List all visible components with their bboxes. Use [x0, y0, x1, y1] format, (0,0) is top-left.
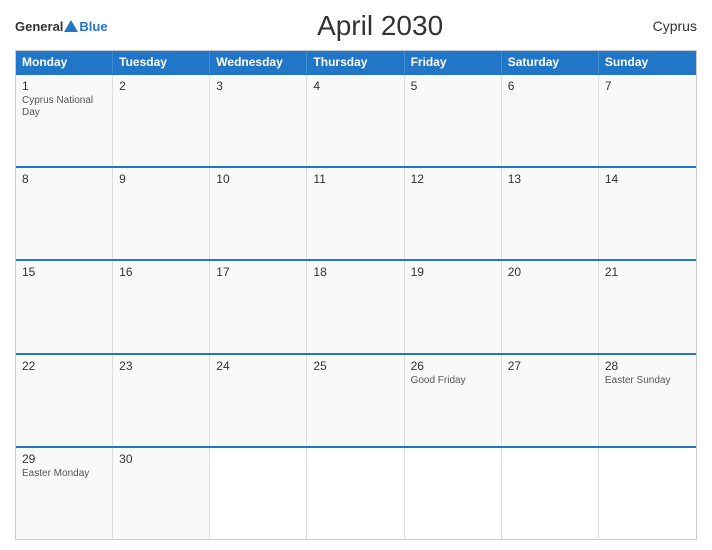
cell-w1-tue: 2 — [113, 75, 210, 166]
cell-w5-tue: 30 — [113, 448, 210, 539]
cell-w5-fri — [405, 448, 502, 539]
calendar-body: 1 Cyprus National Day 2 3 4 5 6 — [16, 73, 696, 539]
cell-w2-tue: 9 — [113, 168, 210, 259]
cell-w1-fri: 5 — [405, 75, 502, 166]
cell-w3-thu: 18 — [307, 261, 404, 352]
logo-triangle-icon — [64, 20, 78, 32]
week-3: 15 16 17 18 19 20 21 — [16, 259, 696, 352]
country-label: Cyprus — [653, 18, 697, 34]
cell-w1-sat: 6 — [502, 75, 599, 166]
cell-w5-wed — [210, 448, 307, 539]
cell-w3-sun: 21 — [599, 261, 696, 352]
cell-w4-tue: 23 — [113, 355, 210, 446]
cell-w2-fri: 12 — [405, 168, 502, 259]
week-1: 1 Cyprus National Day 2 3 4 5 6 — [16, 73, 696, 166]
header-thursday: Thursday — [307, 51, 404, 73]
logo-blue-text: Blue — [79, 19, 107, 34]
logo-general-text: General — [15, 19, 63, 34]
cell-w2-sat: 13 — [502, 168, 599, 259]
header-sunday: Sunday — [599, 51, 696, 73]
header-tuesday: Tuesday — [113, 51, 210, 73]
cell-w5-thu — [307, 448, 404, 539]
cell-w5-sun — [599, 448, 696, 539]
cell-w4-wed: 24 — [210, 355, 307, 446]
logo: General Blue — [15, 19, 108, 34]
page: General Blue April 2030 Cyprus Monday Tu… — [0, 0, 712, 550]
cell-w2-thu: 11 — [307, 168, 404, 259]
cell-w4-mon: 22 — [16, 355, 113, 446]
cell-w3-sat: 20 — [502, 261, 599, 352]
cell-w2-mon: 8 — [16, 168, 113, 259]
cell-w5-sat — [502, 448, 599, 539]
cell-w1-mon: 1 Cyprus National Day — [16, 75, 113, 166]
week-2: 8 9 10 11 12 13 14 — [16, 166, 696, 259]
header-wednesday: Wednesday — [210, 51, 307, 73]
header-friday: Friday — [405, 51, 502, 73]
cell-w5-mon: 29 Easter Monday — [16, 448, 113, 539]
cell-w1-thu: 4 — [307, 75, 404, 166]
cell-w2-sun: 14 — [599, 168, 696, 259]
cell-w3-fri: 19 — [405, 261, 502, 352]
week-4: 22 23 24 25 26 Good Friday 27 — [16, 353, 696, 446]
cell-w3-tue: 16 — [113, 261, 210, 352]
calendar: Monday Tuesday Wednesday Thursday Friday… — [15, 50, 697, 540]
cell-w4-fri: 26 Good Friday — [405, 355, 502, 446]
calendar-header: Monday Tuesday Wednesday Thursday Friday… — [16, 51, 696, 73]
header-saturday: Saturday — [502, 51, 599, 73]
cell-w4-sun: 28 Easter Sunday — [599, 355, 696, 446]
cell-w4-thu: 25 — [307, 355, 404, 446]
cell-w1-wed: 3 — [210, 75, 307, 166]
calendar-title: April 2030 — [317, 10, 443, 42]
week-5: 29 Easter Monday 30 — [16, 446, 696, 539]
cell-w1-sun: 7 — [599, 75, 696, 166]
cell-w2-wed: 10 — [210, 168, 307, 259]
header-monday: Monday — [16, 51, 113, 73]
cell-w3-mon: 15 — [16, 261, 113, 352]
header: General Blue April 2030 Cyprus — [15, 10, 697, 42]
cell-w3-wed: 17 — [210, 261, 307, 352]
cell-w4-sat: 27 — [502, 355, 599, 446]
